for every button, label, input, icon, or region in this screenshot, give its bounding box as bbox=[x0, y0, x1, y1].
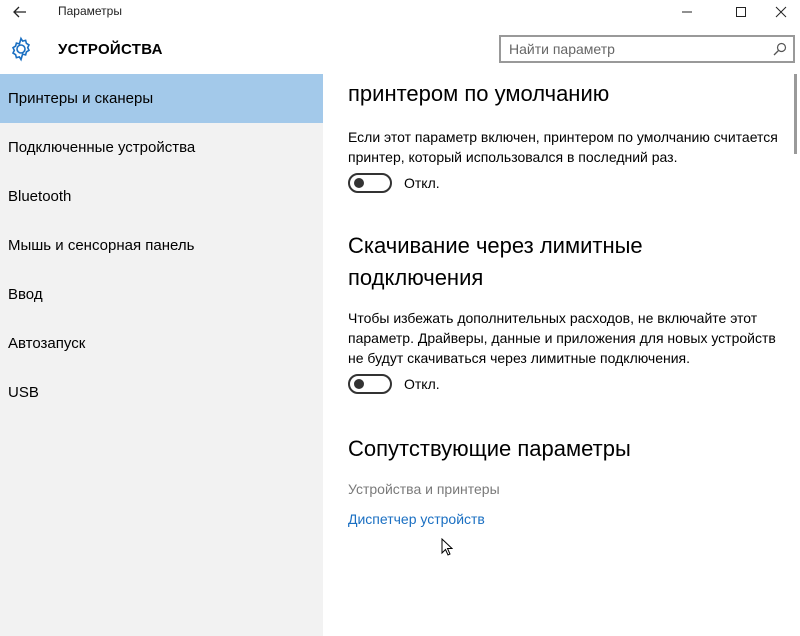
search-icon[interactable] bbox=[773, 42, 787, 56]
arrow-left-icon bbox=[13, 6, 26, 18]
metered-download-toggle[interactable] bbox=[348, 374, 392, 394]
content-pane: принтером по умолчанию Если этот парамет… bbox=[323, 74, 800, 636]
default-printer-heading: принтером по умолчанию bbox=[348, 81, 610, 106]
toggle-knob bbox=[354, 379, 364, 389]
sidebar-item-mouse-touchpad[interactable]: Мышь и сенсорная панель bbox=[0, 221, 323, 270]
close-button[interactable] bbox=[758, 0, 800, 24]
search-box[interactable] bbox=[499, 35, 795, 63]
scrollbar[interactable] bbox=[794, 74, 800, 636]
sidebar-item-label: Ввод bbox=[8, 286, 43, 303]
back-button[interactable] bbox=[6, 0, 34, 24]
search-input[interactable] bbox=[501, 41, 761, 57]
scroll-thumb[interactable] bbox=[794, 74, 797, 154]
metered-download-toggle-row: Откл. bbox=[348, 371, 778, 397]
sidebar-item-label: Автозапуск bbox=[8, 335, 86, 352]
mouse-cursor-icon bbox=[441, 538, 453, 556]
title-bar: Параметры bbox=[0, 0, 800, 24]
sidebar-item-bluetooth[interactable]: Bluetooth bbox=[0, 172, 323, 221]
toggle-state-label: Откл. bbox=[404, 175, 440, 191]
sidebar-item-label: Подключенные устройства bbox=[8, 139, 196, 156]
sidebar-item-label: Мышь и сенсорная панель bbox=[8, 237, 195, 254]
minimize-button[interactable] bbox=[664, 0, 710, 24]
default-printer-description: Если этот параметр включен, принтером по… bbox=[348, 129, 778, 165]
sidebar-item-label: USB bbox=[8, 384, 39, 401]
default-printer-toggle[interactable] bbox=[348, 173, 392, 193]
toggle-knob bbox=[354, 178, 364, 188]
section-title: УСТРОЙСТВА bbox=[58, 41, 163, 58]
metered-download-description: Чтобы избежать дополнительных расходов, … bbox=[348, 310, 776, 366]
sidebar-item-typing[interactable]: Ввод bbox=[0, 270, 323, 319]
close-icon bbox=[775, 6, 787, 18]
sidebar-item-connected-devices[interactable]: Подключенные устройства bbox=[0, 123, 323, 172]
sidebar-item-label: Принтеры и сканеры bbox=[8, 90, 154, 107]
gear-icon bbox=[11, 36, 31, 62]
devices-printers-link[interactable]: Устройства и принтеры bbox=[348, 481, 778, 497]
sidebar-item-usb[interactable]: USB bbox=[0, 368, 323, 417]
toggle-state-label: Откл. bbox=[404, 376, 440, 392]
app-title: Параметры bbox=[58, 4, 122, 18]
device-manager-link[interactable]: Диспетчер устройств bbox=[348, 511, 778, 527]
sidebar-item-autoplay[interactable]: Автозапуск bbox=[0, 319, 323, 368]
sidebar-item-label: Bluetooth bbox=[8, 188, 72, 205]
header: УСТРОЙСТВА bbox=[0, 24, 800, 74]
maximize-icon bbox=[736, 7, 746, 17]
sidebar-item-printers-scanners[interactable]: Принтеры и сканеры bbox=[0, 74, 323, 123]
related-settings-heading: Сопутствующие параметры bbox=[348, 436, 631, 461]
metered-download-heading: Скачивание через лимитные подключения bbox=[348, 233, 643, 290]
minimize-icon bbox=[682, 11, 692, 13]
sidebar: Принтеры и сканеры Подключенные устройст… bbox=[0, 74, 323, 636]
default-printer-toggle-row: Откл. bbox=[348, 170, 778, 196]
